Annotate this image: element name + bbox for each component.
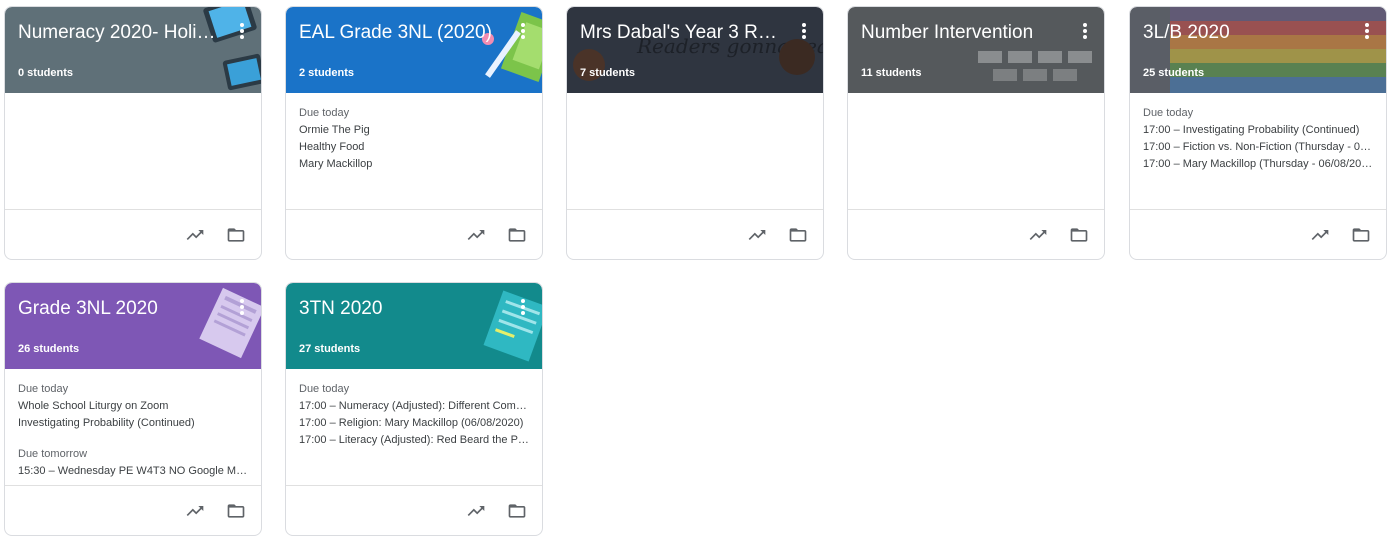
class-card-header[interactable]: Readers gonna read! Mrs Dabal's Year 3 R… [567,7,823,93]
assignments-list: Due today 17:00 – Investigating Probabil… [1130,93,1386,211]
student-count: 26 students [18,343,80,355]
trending-up-icon[interactable] [185,225,205,245]
trending-up-icon[interactable] [1310,225,1330,245]
folder-icon[interactable] [226,501,246,521]
assignments-list [567,93,823,211]
card-footer [286,209,542,259]
class-title[interactable]: Number Intervention [861,21,1061,45]
notebook-illustration [483,290,542,362]
folder-icon[interactable] [507,225,527,245]
student-count: 27 students [299,343,361,355]
more-options-icon[interactable] [239,299,245,317]
class-card-eal-grade-3nl[interactable]: EAL Grade 3NL (2020) 2 students Due toda… [285,6,543,260]
student-count: 0 students [18,67,74,79]
class-title[interactable]: Numeracy 2020- Holiday Maths [18,21,218,45]
class-card-mrs-dabal-readers[interactable]: Readers gonna read! Mrs Dabal's Year 3 R… [566,6,824,260]
trending-up-icon[interactable] [185,501,205,521]
class-card-numeracy[interactable]: Numeracy 2020- Holiday Maths 0 students [4,6,262,260]
assignment-link[interactable]: Whole School Liturgy on Zoom [18,398,248,415]
assignment-link[interactable]: 17:00 – Literacy (Adjusted): Red Beard t… [299,432,529,449]
due-today-label: Due today [1143,107,1194,119]
more-options-icon[interactable] [801,23,807,41]
student-count: 25 students [1143,67,1205,79]
class-card-header[interactable]: Grade 3NL 2020 26 students [5,283,261,369]
assignments-list [5,93,261,211]
folder-icon[interactable] [788,225,808,245]
class-card-3lb-2020[interactable]: 3L/B 2020 25 students Due today 17:00 – … [1129,6,1387,260]
trending-up-icon[interactable] [466,225,486,245]
readers-banner-illustration: Readers gonna read! [573,34,823,81]
assignment-link[interactable]: Ormie The Pig [299,122,529,139]
trending-up-icon[interactable] [466,501,486,521]
class-card-header[interactable]: 3L/B 2020 25 students [1130,7,1386,93]
class-card-header[interactable]: Number Intervention 11 students [848,7,1104,93]
class-title[interactable]: 3L/B 2020 [1143,21,1343,45]
trending-up-icon[interactable] [1028,225,1048,245]
student-count: 11 students [861,67,922,79]
card-footer [286,485,542,535]
more-options-icon[interactable] [1082,23,1088,41]
assignment-link[interactable]: 17:00 – Numeracy (Adjusted): Different C… [299,398,529,415]
trending-up-icon[interactable] [747,225,767,245]
folder-icon[interactable] [1069,225,1089,245]
card-footer [1130,209,1386,259]
assignment-link[interactable]: Mary Mackillop [299,156,529,173]
folder-icon[interactable] [1351,225,1371,245]
assignment-link[interactable]: 17:00 – Religion: Mary Mackillop (06/08/… [299,415,529,432]
due-today-label: Due today [299,383,350,395]
more-options-icon[interactable] [520,299,526,317]
more-options-icon[interactable] [520,23,526,41]
class-card-grade-3nl-2020[interactable]: Grade 3NL 2020 26 students Due today Who… [4,282,262,536]
assignment-link[interactable]: 17:00 – Mary Mackillop (Thursday - 06/08… [1143,156,1373,173]
card-footer [5,209,261,259]
due-tomorrow-label: Due tomorrow [18,448,88,460]
assignments-list [848,93,1104,211]
class-title[interactable]: 3TN 2020 [299,297,499,321]
assignment-link[interactable]: 17:00 – Investigating Probability (Conti… [1143,122,1373,139]
more-options-icon[interactable] [1364,23,1370,41]
class-card-3tn-2020[interactable]: 3TN 2020 27 students Due today 17:00 – N… [285,282,543,536]
more-options-icon[interactable] [239,23,245,41]
assignment-link[interactable]: Investigating Probability (Continued) [18,415,248,432]
assignment-link[interactable]: 15:30 – Wednesday PE W4T3 NO Google MEET [18,463,248,480]
number-cards-photo [978,51,1092,81]
student-count: 2 students [299,67,355,79]
folder-icon[interactable] [226,225,246,245]
class-card-header[interactable]: EAL Grade 3NL (2020) 2 students [286,7,542,93]
assignments-list: Due today Ormie The Pig Healthy Food Mar… [286,93,542,211]
card-footer [5,485,261,535]
due-today-label: Due today [18,383,69,395]
class-card-number-intervention[interactable]: Number Intervention 11 students [847,6,1105,260]
class-title[interactable]: EAL Grade 3NL (2020) [299,21,499,45]
class-card-header[interactable]: 3TN 2020 27 students [286,283,542,369]
class-title[interactable]: Grade 3NL 2020 [18,297,218,321]
student-count: 7 students [580,67,636,79]
assignments-list: Due today 17:00 – Numeracy (Adjusted): D… [286,369,542,487]
assignment-link[interactable]: Healthy Food [299,139,529,156]
class-card-header[interactable]: Numeracy 2020- Holiday Maths 0 students [5,7,261,93]
timetable-stripes-illustration [1170,7,1386,93]
card-footer [848,209,1104,259]
folder-icon[interactable] [507,501,527,521]
assignment-link[interactable]: 17:00 – Fiction vs. Non-Fiction (Thursda… [1143,139,1373,156]
card-footer [567,209,823,259]
pencil-notebook-illustration [482,11,542,83]
class-title[interactable]: Mrs Dabal's Year 3 Readers [580,21,780,45]
notepad-illustration [199,287,261,359]
due-today-label: Due today [299,107,350,119]
assignments-list: Due today Whole School Liturgy on Zoom I… [5,369,261,487]
tablet-illustration [203,7,261,91]
